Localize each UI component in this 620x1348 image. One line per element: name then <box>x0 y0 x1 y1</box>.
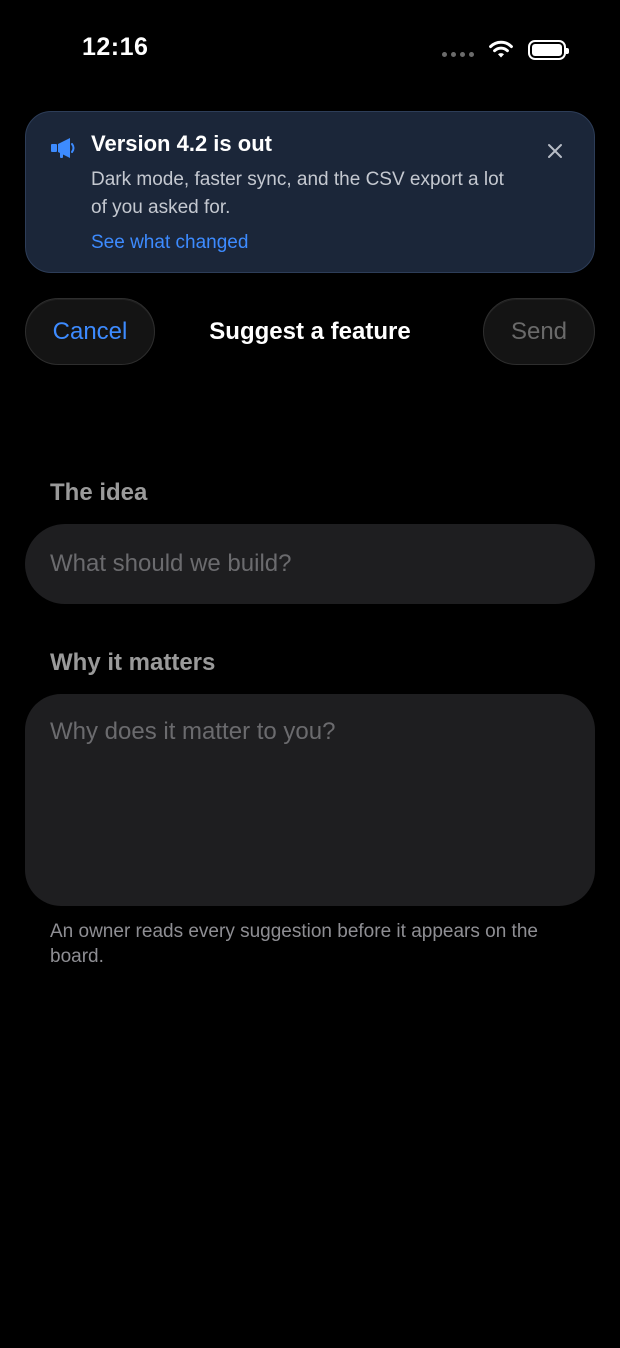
idea-input[interactable] <box>25 524 595 604</box>
screen: 12:16 Version 4.2 is out Dark mode, fast… <box>0 0 620 1348</box>
see-what-changed-link[interactable]: See what changed <box>91 232 248 254</box>
close-icon <box>548 144 562 158</box>
status-time: 12:16 <box>82 33 149 61</box>
battery-icon <box>528 40 569 60</box>
close-banner-button[interactable] <box>542 138 568 164</box>
banner-body: Dark mode, faster sync, and the CSV expo… <box>91 169 504 218</box>
status-icons <box>442 38 569 62</box>
banner-title: Version 4.2 is out <box>91 131 272 156</box>
send-button[interactable]: Send <box>483 298 595 365</box>
why-textarea[interactable] <box>25 694 595 906</box>
idea-label: The idea <box>50 479 148 506</box>
wifi-icon <box>489 40 513 58</box>
footnote: An owner reads every suggestion before i… <box>50 921 538 967</box>
why-label: Why it matters <box>50 649 216 676</box>
megaphone-icon <box>51 138 75 158</box>
signal-dots-icon <box>442 51 474 57</box>
announcement-banner: Version 4.2 is out Dark mode, faster syn… <box>25 111 595 273</box>
